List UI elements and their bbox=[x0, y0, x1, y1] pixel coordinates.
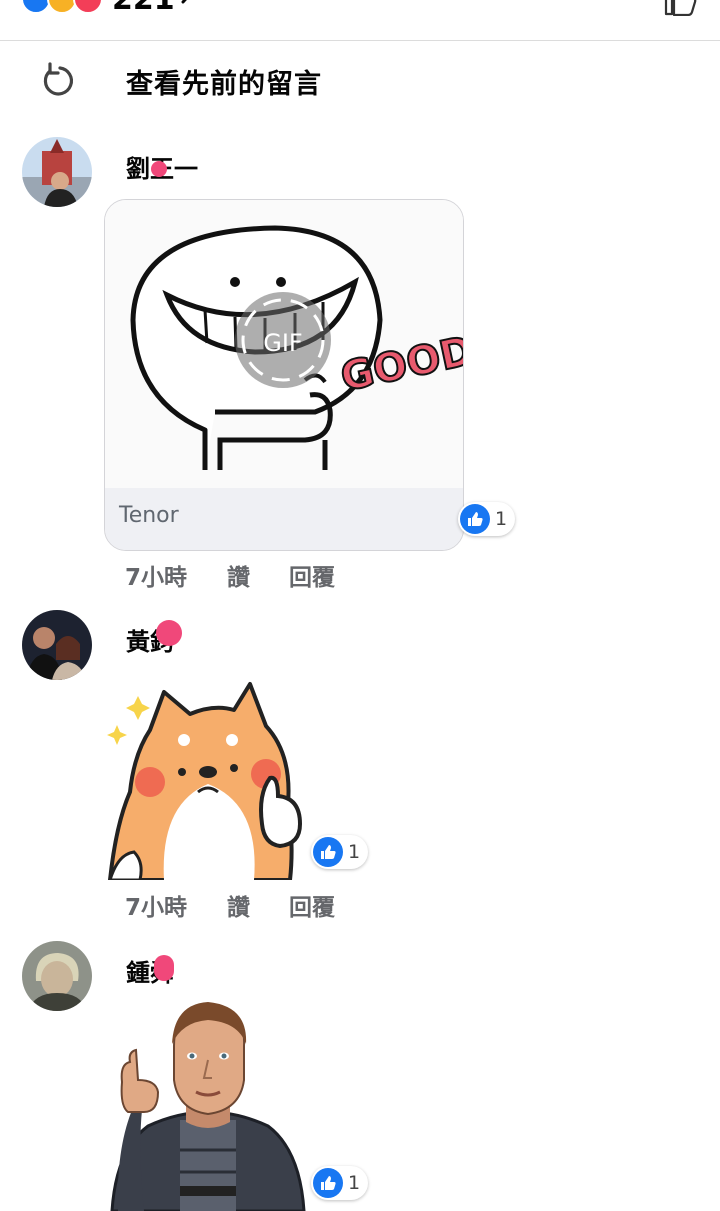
like-count: 1 bbox=[348, 1172, 361, 1194]
gif-badge-label: GIF bbox=[263, 329, 302, 357]
comment-like-count[interactable]: 1 bbox=[458, 502, 516, 536]
comment-like-count[interactable]: 1 bbox=[311, 1166, 369, 1200]
gif-footer: Tenor bbox=[105, 488, 463, 550]
comment-time[interactable]: 7小時 bbox=[125, 558, 187, 592]
like-button[interactable]: 讚 bbox=[227, 888, 250, 922]
like-outline-icon[interactable] bbox=[662, 0, 698, 16]
refresh-icon[interactable] bbox=[38, 62, 76, 100]
avatar-sticker[interactable] bbox=[108, 1000, 308, 1211]
shiba-sticker[interactable] bbox=[104, 674, 310, 880]
redaction-mark bbox=[151, 161, 167, 177]
reaction-count[interactable]: 221 bbox=[112, 0, 175, 17]
like-icon bbox=[460, 504, 490, 534]
chevron-right-icon[interactable] bbox=[178, 0, 200, 6]
view-previous-comments[interactable] bbox=[0, 56, 720, 108]
like-count: 1 bbox=[495, 508, 508, 530]
avatar[interactable] bbox=[22, 941, 92, 1011]
like-icon bbox=[313, 1168, 343, 1198]
avatar-photo bbox=[22, 610, 92, 680]
avatar[interactable] bbox=[22, 137, 92, 207]
reaction-icons[interactable] bbox=[18, 0, 108, 14]
reaction-summary-bar bbox=[0, 0, 720, 41]
gif-provider: Tenor bbox=[119, 503, 179, 528]
comment-like-count[interactable]: 1 bbox=[311, 835, 369, 869]
reply-button[interactable]: 回覆 bbox=[289, 558, 335, 592]
view-previous-comments-label[interactable]: 查看先前的留言 bbox=[126, 62, 322, 101]
redaction-mark bbox=[156, 620, 182, 646]
like-icon bbox=[313, 837, 343, 867]
avatar-photo bbox=[22, 137, 92, 207]
gif-attachment[interactable]: GOOD GIF Tenor bbox=[104, 199, 464, 551]
avatar-photo bbox=[22, 941, 92, 1011]
like-count: 1 bbox=[348, 841, 361, 863]
reply-button[interactable]: 回覆 bbox=[289, 888, 335, 922]
redaction-mark bbox=[154, 955, 174, 981]
avatar[interactable] bbox=[22, 610, 92, 680]
like-button[interactable]: 讚 bbox=[227, 558, 250, 592]
gif-preview: GOOD GIF bbox=[105, 200, 463, 488]
comment-time[interactable]: 7小時 bbox=[125, 888, 187, 922]
